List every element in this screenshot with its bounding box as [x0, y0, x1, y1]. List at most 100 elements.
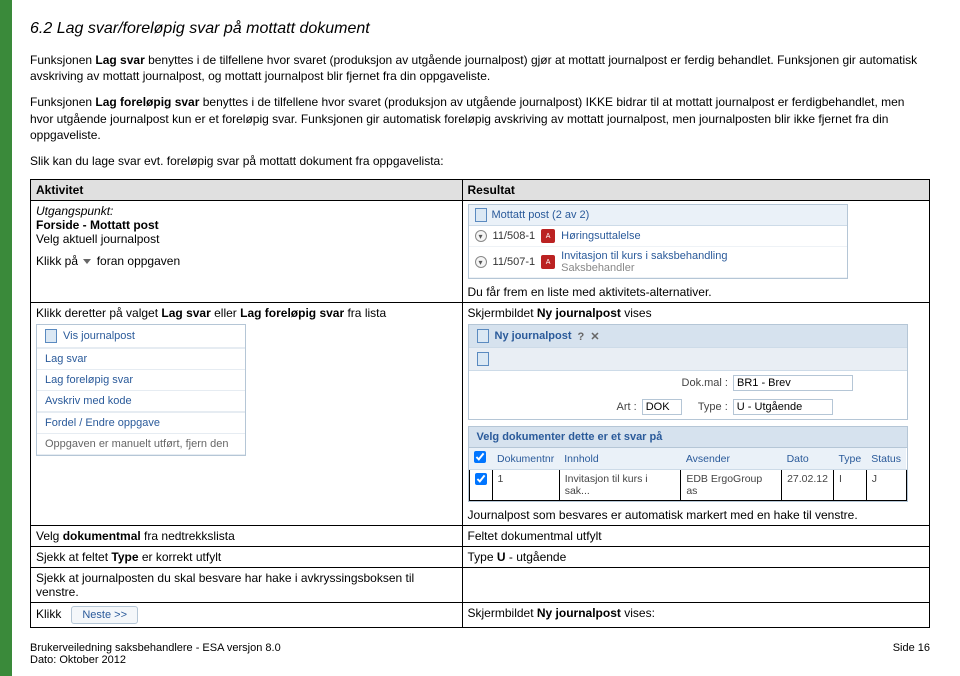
table-row: Velg dokumentmal fra nedtrekkslista Felt…: [31, 526, 930, 547]
menu-item-lag-svar[interactable]: Lag svar: [37, 349, 245, 370]
activity-cell: Velg dokumentmal fra nedtrekkslista: [31, 526, 463, 547]
cell-dato: 27.02.12: [782, 470, 834, 501]
text: Velg: [36, 529, 63, 543]
activity-cell: Klikk Neste >>: [31, 603, 463, 628]
activity-cell: Utgangspunkt: Forside - Mottatt post Vel…: [31, 201, 463, 303]
activity-cell: Klikk deretter på valget Lag svar eller …: [31, 303, 463, 526]
col-innhold: Innhold: [559, 448, 681, 470]
text: Skjermbildet: [468, 306, 537, 320]
menu-item-lag-forelopig-svar[interactable]: Lag foreløpig svar: [37, 370, 245, 391]
journal-number: 11/507-1: [493, 256, 536, 268]
row-checkbox[interactable]: [475, 473, 487, 485]
dropdown-triangle-icon: [83, 259, 91, 264]
journal-number: 11/508-1: [493, 230, 536, 242]
screen-name: Ny journalpost: [537, 306, 621, 320]
section-title-text: Lag svar/foreløpig svar på mottatt dokum…: [57, 20, 370, 37]
section-heading: 6.2 Lag svar/foreløpig svar på mottatt d…: [30, 20, 930, 38]
text: fra lista: [344, 306, 386, 320]
text: er korrekt utfylt: [139, 550, 222, 564]
text: Sjekk at feltet: [36, 550, 111, 564]
journal-title[interactable]: Høringsuttalelse: [561, 230, 640, 242]
activity-cell: Sjekk at journalposten du skal besvare h…: [31, 568, 463, 603]
text: fra nedtrekkslista: [141, 529, 235, 543]
help-close-icons[interactable]: ? ✕: [578, 330, 600, 343]
text: vises:: [621, 606, 655, 620]
col-dato: Dato: [782, 448, 834, 470]
col-dokumentnr: Dokumentnr: [492, 448, 559, 470]
screen-name: Ny journalpost: [537, 606, 621, 620]
page-footer: Brukerveiledning saksbehandlere - ESA ve…: [30, 642, 930, 666]
text: Funksjonen: [30, 53, 95, 67]
footer-date: Dato: Oktober 2012: [30, 654, 126, 666]
text: Skjermbildet: [468, 606, 537, 620]
table-header-result: Resultat: [462, 180, 929, 201]
select-journalpost: Velg aktuell journalpost: [36, 232, 457, 246]
document-row[interactable]: 1 Invitasjon til kurs i sak... EDB ErgoG…: [469, 470, 906, 501]
paragraph-3: Slik kan du lage svar evt. foreløpig sva…: [30, 153, 930, 169]
type-label: Type :: [698, 401, 728, 413]
menu-item-avskriv[interactable]: Avskriv med kode: [37, 391, 245, 412]
text: Klikk deretter på valget: [36, 306, 161, 320]
result-cell: Mottatt post (2 av 2) ▾ 11/508-1 A Hørin…: [462, 201, 929, 303]
result-note: Journalpost som besvares er automatisk m…: [468, 508, 924, 522]
menu-item-manuelt-utfort[interactable]: Oppgaven er manuelt utført, fjern den: [37, 434, 245, 455]
col-status: Status: [866, 448, 906, 470]
activity-result-table: Aktivitet Resultat Utgangspunkt: Forside…: [30, 179, 930, 628]
table-row: Klikk deretter på valget Lag svar eller …: [31, 303, 930, 526]
table-row: Sjekk at feltet Type er korrekt utfylt T…: [31, 547, 930, 568]
window-title: Ny journalpost: [495, 330, 572, 342]
term-lag-svar: Lag svar: [95, 53, 144, 67]
term-lag-forelopig-svar: Lag foreløpig svar: [95, 95, 199, 109]
pdf-icon[interactable]: A: [541, 229, 555, 243]
result-cell: Type U - utgående: [462, 547, 929, 568]
menu-label: Vis journalpost: [63, 330, 135, 342]
pdf-icon[interactable]: A: [541, 255, 555, 269]
paragraph-2: Funksjonen Lag foreløpig svar benyttes i…: [30, 94, 930, 143]
term-type: Type: [111, 550, 138, 564]
art-label: Art :: [617, 401, 637, 413]
text: Klikk: [36, 607, 61, 621]
doc-icon: [475, 208, 487, 222]
text: Klikk på: [36, 254, 78, 268]
doc-icon: [45, 329, 57, 343]
art-field[interactable]: [642, 399, 682, 415]
neste-button[interactable]: Neste >>: [71, 606, 138, 624]
expand-icon[interactable]: ▾: [475, 230, 487, 242]
text: Type: [468, 550, 497, 564]
result-cell: Feltet dokumentmal utfylt: [462, 526, 929, 547]
result-cell: [462, 568, 929, 603]
table-row: Utgangspunkt: Forside - Mottatt post Vel…: [31, 201, 930, 303]
starting-point: Forside - Mottatt post: [36, 218, 457, 232]
result-cell: Skjermbildet Ny journalpost vises Ny jou…: [462, 303, 929, 526]
screenshot-mottatt-post: Mottatt post (2 av 2) ▾ 11/508-1 A Hørin…: [468, 204, 848, 279]
table-row: Sjekk at journalposten du skal besvare h…: [31, 568, 930, 603]
text: benyttes i de tilfellene hvor svaret (pr…: [30, 53, 917, 83]
expand-icon[interactable]: ▾: [475, 256, 487, 268]
dokmal-field[interactable]: [733, 375, 853, 391]
journal-title[interactable]: Invitasjon til kurs i saksbehandling: [561, 250, 727, 262]
type-field[interactable]: [733, 399, 833, 415]
menu-option-lag-forelopig-svar: Lag foreløpig svar: [240, 306, 344, 320]
table-header-activity: Aktivitet: [31, 180, 463, 201]
doc-icon: [477, 329, 489, 343]
footer-page-number: Side 16: [893, 642, 930, 666]
screenshot-velg-dokumenter: Velg dokumenter dette er et svar på Doku…: [468, 426, 908, 502]
type-value: U: [497, 550, 506, 564]
cell-type: I: [833, 470, 866, 501]
menu-item-fordel[interactable]: Fordel / Endre oppgave: [37, 413, 245, 434]
term-dokumentmal: dokumentmal: [63, 529, 141, 543]
select-all-checkbox[interactable]: [474, 451, 486, 463]
panel-title: Velg dokumenter dette er et svar på: [469, 427, 907, 448]
text: Funksjonen: [30, 95, 95, 109]
screenshot-context-menu: Vis journalpost Lag svar Lag foreløpig s…: [36, 324, 246, 456]
col-type: Type: [833, 448, 866, 470]
result-note: Du får frem en liste med aktivitets-alte…: [468, 285, 924, 299]
col-avsender: Avsender: [681, 448, 782, 470]
menu-item-vis-journalpost[interactable]: Vis journalpost: [37, 325, 245, 348]
text: - utgående: [506, 550, 567, 564]
journal-subtitle: Saksbehandler: [561, 262, 634, 274]
dokmal-label: Dok.mal :: [682, 377, 728, 389]
result-cell: Skjermbildet Ny journalpost vises:: [462, 603, 929, 628]
text: eller: [211, 306, 240, 320]
starting-point-label: Utgangspunkt:: [36, 204, 457, 218]
